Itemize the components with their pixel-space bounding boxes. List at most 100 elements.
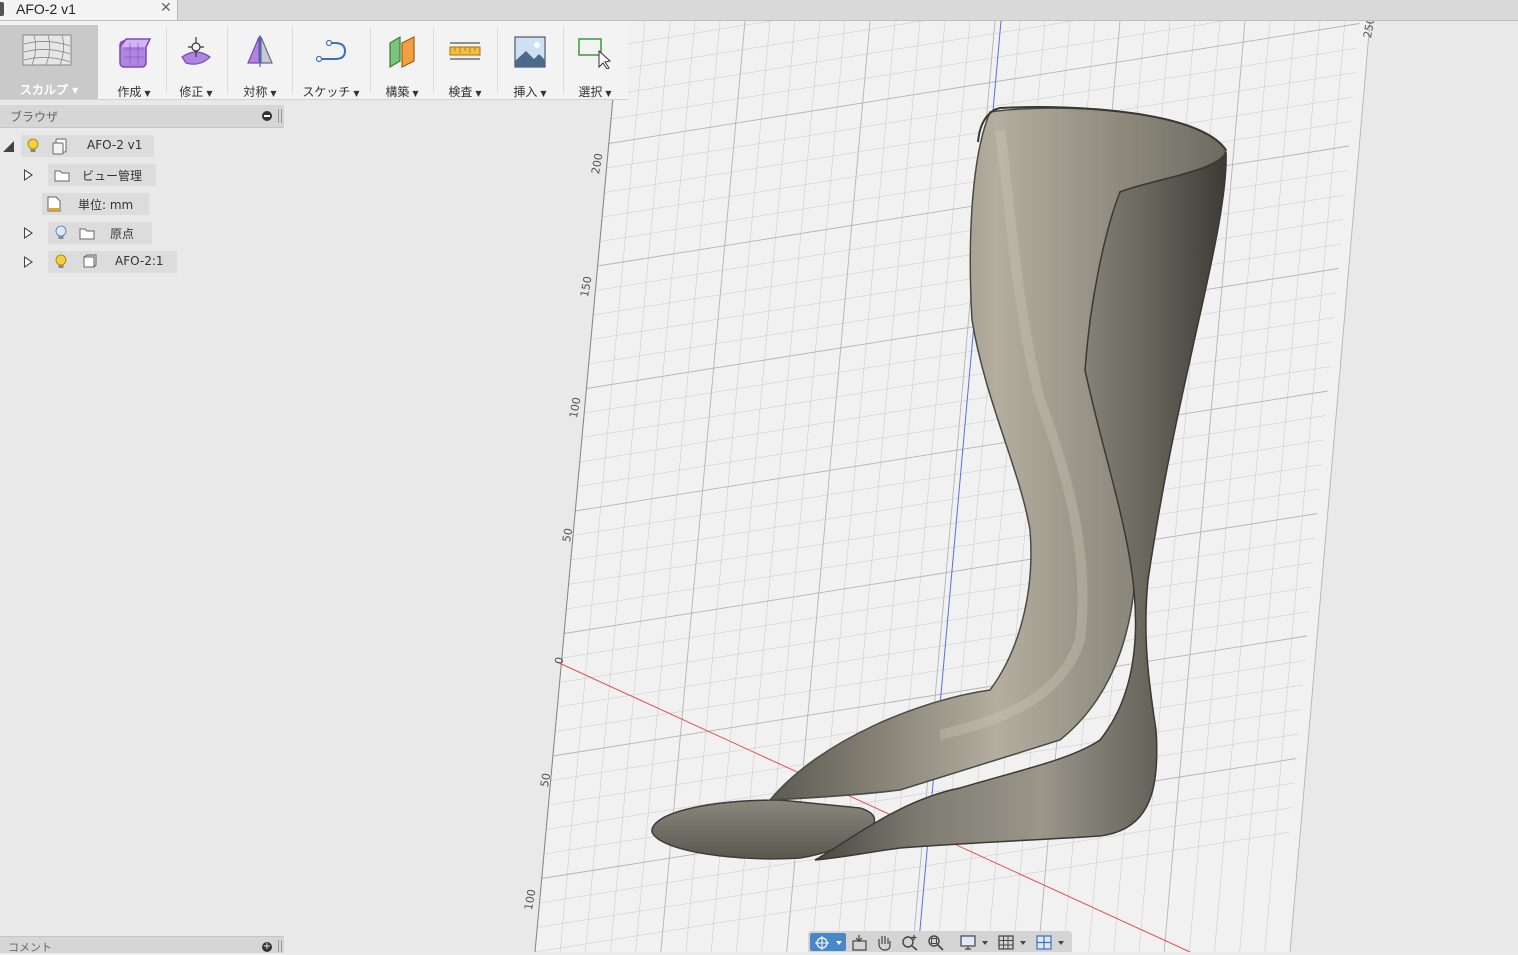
toolbar-divider <box>497 27 498 93</box>
select-icon <box>578 38 612 69</box>
create-label: 作成 <box>117 85 142 99</box>
comments-title: コメント <box>8 941 52 954</box>
folder-icon <box>79 228 95 240</box>
ruler-label: 50 <box>538 772 553 788</box>
browser-node-origin[interactable]: 原点 <box>48 222 152 244</box>
panel-grip-handle[interactable] <box>278 109 282 123</box>
fit-icon <box>928 935 944 951</box>
symmetry-icon <box>247 35 273 67</box>
zoom-icon <box>902 935 918 951</box>
close-icon[interactable]: ✕ <box>160 0 172 16</box>
main-toolbar: スカルプ ▾ 作成 ▼ 修正 ▼ 対称 ▼ スケッチ ▼ 構築 ▼ 検査 ▼ 挿… <box>0 21 628 100</box>
orbit-icon <box>815 936 842 950</box>
orbit-button[interactable] <box>810 933 846 951</box>
construct-label: 構築 <box>385 85 410 99</box>
visibility-bulb-icon[interactable] <box>55 225 67 241</box>
symmetry-label: 対称 <box>243 85 268 99</box>
display-settings-icon <box>960 935 988 950</box>
browser-node-root[interactable]: AFO-2 v1 <box>21 135 154 157</box>
select-label: 選択 <box>578 85 603 99</box>
modify-icon <box>181 37 211 65</box>
grid-settings-icon <box>998 935 1026 950</box>
look-at-button[interactable] <box>850 933 870 951</box>
construct-menu[interactable]: 構築 ▼ <box>374 25 430 99</box>
3d-viewport[interactable]: 200 150 100 50 0 50 100 250 <box>0 21 1518 952</box>
panel-grip-handle[interactable] <box>278 940 282 952</box>
browser-node-label: AFO-2 v1 <box>87 138 143 152</box>
viewport-canvas[interactable]: 200 150 100 50 0 50 100 250 <box>0 21 1518 952</box>
expand-collapse-toggle[interactable] <box>24 256 33 268</box>
tab-indicator <box>0 2 4 16</box>
toolbar-divider <box>166 27 167 93</box>
ruler-label: 250 <box>1361 21 1377 39</box>
browser-node-named-views[interactable]: ビュー管理 <box>48 164 156 186</box>
chevron-down-icon: ▼ <box>270 89 277 98</box>
visibility-bulb-icon[interactable] <box>55 254 67 270</box>
workspace-label: スカルプ ▾ <box>19 83 79 97</box>
chevron-down-icon: ▼ <box>206 89 213 98</box>
tab-title: AFO-2 v1 <box>16 1 76 17</box>
modify-label: 修正 <box>179 85 204 99</box>
create-box-icon <box>119 38 152 68</box>
sketch-icon <box>315 39 347 63</box>
ruler-label: 100 <box>567 396 583 419</box>
document-tab-bar: AFO-2 v1 ✕ <box>0 0 1518 21</box>
inspect-icon <box>449 42 481 60</box>
ruler-label: 200 <box>589 152 605 175</box>
pan-button[interactable] <box>874 933 894 951</box>
chevron-down-icon: ▼ <box>412 89 419 98</box>
viewports-button[interactable] <box>1034 933 1068 951</box>
document-tab[interactable]: AFO-2 v1 ✕ <box>0 0 178 20</box>
browser-node-label: 単位: mm <box>78 198 134 212</box>
workspace-switcher[interactable]: スカルプ ▾ <box>0 25 98 99</box>
symmetry-menu[interactable]: 対称 ▼ <box>230 25 290 99</box>
select-menu[interactable]: 選択 ▼ <box>566 25 624 99</box>
toolbar-divider <box>563 27 564 93</box>
expand-collapse-toggle[interactable] <box>24 227 33 239</box>
chevron-down-icon: ▼ <box>475 89 482 98</box>
folder-icon <box>54 170 70 182</box>
visibility-bulb-icon[interactable] <box>27 138 39 154</box>
browser-node-label: AFO-2:1 <box>115 254 164 268</box>
expand-collapse-toggle[interactable] <box>3 141 14 152</box>
body-icon <box>83 254 97 268</box>
document-settings-icon <box>47 196 61 212</box>
browser-node-body[interactable]: AFO-2:1 <box>48 251 177 273</box>
add-comment-icon[interactable]: + <box>262 942 272 952</box>
insert-label: 挿入 <box>513 85 538 99</box>
browser-title: ブラウザ <box>10 110 59 124</box>
ruler-label: 150 <box>578 275 594 298</box>
toolbar-divider <box>292 27 293 93</box>
viewports-icon <box>1036 935 1064 950</box>
chevron-down-icon: ▼ <box>144 89 151 98</box>
ruler-label: 100 <box>522 888 538 911</box>
fit-button[interactable] <box>926 933 946 951</box>
browser-node-label: ビュー管理 <box>82 169 143 183</box>
sculpt-workspace-icon <box>22 34 72 66</box>
comments-panel-header: コメント + <box>0 936 284 954</box>
insert-image-icon <box>514 36 546 68</box>
grid-settings-button[interactable] <box>996 933 1030 951</box>
chevron-down-icon: ▼ <box>353 89 360 98</box>
browser-node-units[interactable]: 単位: mm <box>42 193 149 215</box>
zoom-button[interactable] <box>900 933 920 951</box>
navigation-bar <box>808 931 1072 952</box>
chevron-down-icon: ▼ <box>605 89 612 98</box>
display-settings-button[interactable] <box>958 933 992 951</box>
pan-icon <box>878 936 891 951</box>
insert-menu[interactable]: 挿入 ▼ <box>500 25 560 99</box>
toolbar-divider <box>433 27 434 93</box>
collapse-panel-icon[interactable] <box>262 111 272 121</box>
expand-collapse-toggle[interactable] <box>24 169 33 181</box>
modify-menu[interactable]: 修正 ▼ <box>168 25 224 99</box>
inspect-menu[interactable]: 検査 ▼ <box>436 25 494 99</box>
component-icon <box>52 138 67 155</box>
inspect-label: 検査 <box>448 85 473 99</box>
create-menu[interactable]: 作成 ▼ <box>104 25 164 99</box>
chevron-down-icon: ▼ <box>540 89 547 98</box>
sketch-label: スケッチ <box>302 85 351 99</box>
sketch-menu[interactable]: スケッチ ▼ <box>296 25 366 99</box>
toolbar-divider <box>370 27 371 93</box>
look-at-icon <box>852 935 867 951</box>
ruler-label: 50 <box>560 527 575 543</box>
